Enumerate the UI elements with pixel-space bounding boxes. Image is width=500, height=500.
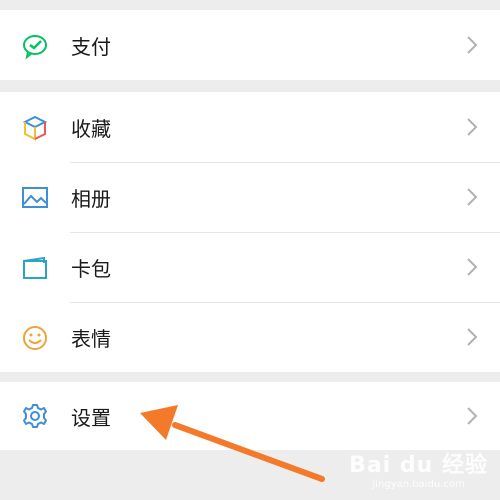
baidu-watermark: Bai du 经验 jingyan.baidu.com	[349, 447, 488, 490]
annotation-arrow	[140, 405, 325, 482]
watermark-url: jingyan.baidu.com	[372, 479, 465, 490]
watermark-brand: Bai du 经验	[349, 453, 488, 478]
